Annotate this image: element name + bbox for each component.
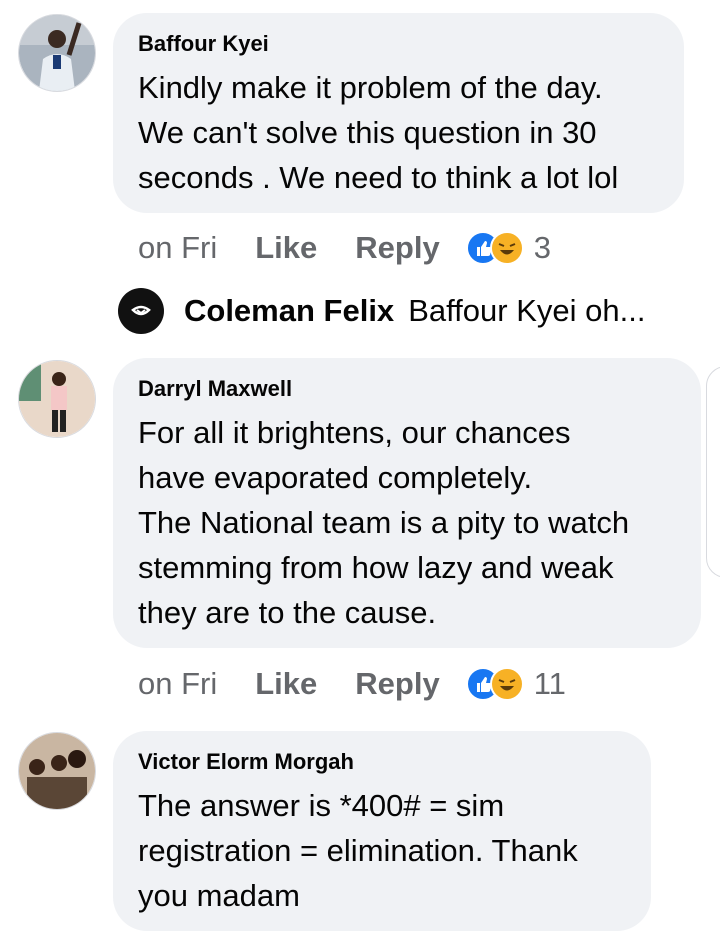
avatar[interactable]: [18, 360, 96, 438]
reply-snippet: Baffour Kyei oh...: [408, 293, 646, 328]
side-panel-edge: [706, 366, 720, 578]
like-button[interactable]: Like: [255, 666, 317, 702]
avatar: [118, 288, 164, 334]
reply-button[interactable]: Reply: [355, 666, 439, 702]
reply-preview[interactable]: Coleman Felix Baffour Kyei oh...: [118, 286, 645, 336]
comment-text: For all it brightens, our chances have e…: [138, 415, 630, 630]
avatar[interactable]: [18, 732, 96, 810]
comment-author[interactable]: Victor Elorm Morgah: [138, 749, 625, 775]
reaction-count: 3: [533, 230, 551, 265]
avatar[interactable]: [18, 14, 96, 92]
reaction-summary[interactable]: 3: [465, 230, 551, 266]
comment-text: Kindly make it problem of the day. We ca…: [138, 70, 619, 195]
comment-author[interactable]: Baffour Kyei: [138, 31, 658, 57]
reaction-summary[interactable]: 11: [465, 666, 566, 702]
comment-author[interactable]: Darryl Maxwell: [138, 376, 675, 402]
reply-button[interactable]: Reply: [355, 230, 439, 266]
comment-timestamp[interactable]: on Fri: [138, 666, 217, 702]
comment-timestamp[interactable]: on Fri: [138, 230, 217, 266]
laugh-reaction-icon: [489, 667, 524, 701]
comment-bubble: Darryl Maxwell For all it brightens, our…: [113, 358, 701, 648]
like-button[interactable]: Like: [255, 230, 317, 266]
reaction-count: 11: [533, 666, 566, 701]
comment-actions: on Fri Like Reply 11: [138, 664, 566, 704]
comment-actions: on Fri Like Reply 3: [138, 228, 551, 268]
comment-bubble: Victor Elorm Morgah The answer is *400# …: [113, 731, 651, 931]
comment-bubble: Baffour Kyei Kindly make it problem of t…: [113, 13, 684, 213]
laugh-reaction-icon: [489, 231, 524, 265]
comment-text: The answer is *400# = sim registration =…: [138, 788, 578, 913]
reply-author[interactable]: Coleman Felix: [184, 293, 394, 329]
